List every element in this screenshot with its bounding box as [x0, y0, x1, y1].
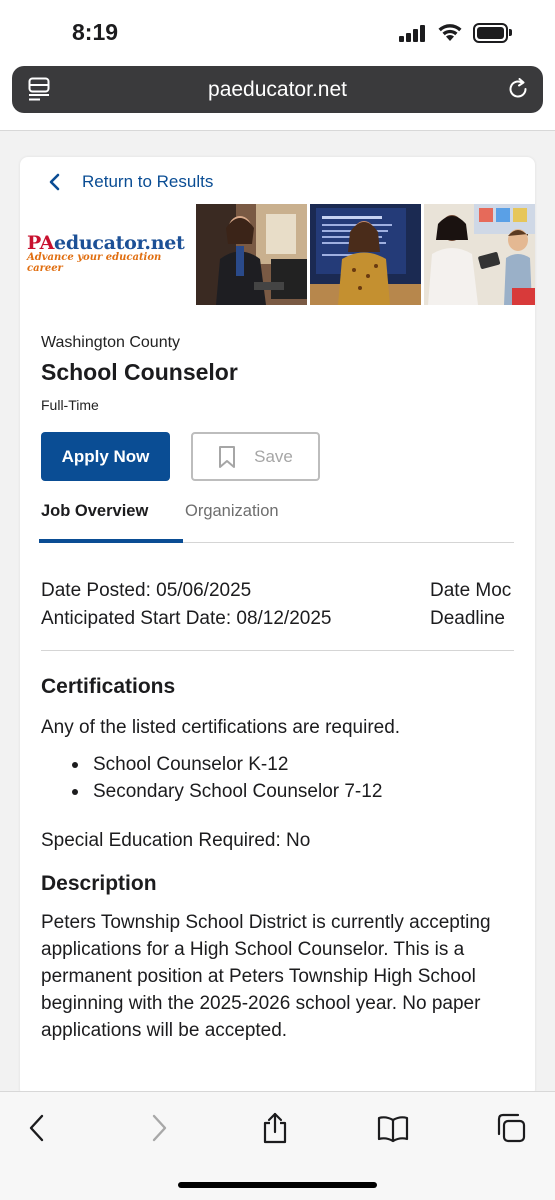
certification-item: School Counselor K-12 [72, 751, 382, 778]
wifi-icon [438, 24, 462, 41]
certifications-intro: Any of the listed certifications are req… [41, 717, 401, 738]
save-button-label: Save [254, 446, 293, 466]
tab-organization[interactable]: Organization [185, 502, 279, 543]
bookmark-icon [219, 445, 236, 468]
description-text: Peters Township School District is curre… [41, 912, 491, 1041]
battery-icon [473, 23, 513, 43]
banner-photo-office [196, 204, 307, 305]
section-divider [41, 650, 514, 651]
logo-pa-text: PA [27, 232, 55, 254]
active-tab-indicator [39, 539, 183, 543]
logo-domain-text: educator.net [54, 232, 185, 254]
logo-tagline: Advance your education career [27, 252, 162, 274]
cellular-signal-icon [399, 24, 427, 42]
back-icon[interactable] [22, 1112, 54, 1144]
apply-now-button[interactable]: Apply Now [41, 432, 170, 481]
url-text[interactable]: paeducator.net [12, 78, 543, 102]
description-heading: Description [41, 872, 157, 895]
date-posted: Date Posted: 05/06/2025 [41, 580, 252, 601]
forward-icon[interactable] [142, 1112, 174, 1144]
tabs-icon[interactable] [495, 1112, 527, 1144]
banner-photo-presenter [310, 204, 421, 305]
tab-job-overview[interactable]: Job Overview [41, 502, 148, 543]
job-card: Return to Results PAeducator.net Advance… [20, 157, 535, 1097]
certifications-heading: Certifications [41, 675, 176, 698]
job-tabs: Job Overview Organization [39, 496, 514, 543]
status-bar: 8:19 [0, 0, 555, 64]
job-dates: Date Posted: 05/06/2025 Anticipated Star… [41, 577, 331, 633]
header-banner: PAeducator.net Advance your education ca… [20, 204, 535, 305]
banner-photo-counseling [424, 204, 535, 305]
save-button[interactable]: Save [191, 432, 320, 481]
job-title: School Counselor [41, 359, 238, 385]
return-link-label: Return to Results [82, 172, 214, 191]
anticipated-start-date: Anticipated Start Date: 08/12/2025 [41, 608, 332, 629]
bookmarks-icon[interactable] [377, 1112, 409, 1144]
certifications-list: School Counselor K-12 Secondary School C… [72, 751, 382, 805]
special-education-required: Special Education Required: No [41, 830, 311, 851]
reload-icon[interactable] [507, 78, 529, 100]
home-indicator[interactable] [178, 1182, 377, 1188]
share-icon[interactable] [259, 1112, 291, 1144]
status-time: 8:19 [72, 19, 119, 45]
date-modified: Date Moc [430, 580, 512, 601]
paeducator-logo: PAeducator.net Advance your education ca… [27, 232, 195, 282]
return-to-results-link[interactable]: Return to Results [48, 170, 213, 194]
job-county: Washington County [41, 334, 181, 351]
address-bar[interactable]: paeducator.net [12, 66, 543, 113]
chevron-left-icon [49, 173, 60, 191]
job-type: Full-Time [41, 397, 99, 413]
deadline: Deadline [430, 608, 505, 629]
job-dates-right: Date Moc Deadline [430, 577, 511, 633]
certification-item: Secondary School Counselor 7-12 [72, 778, 382, 805]
